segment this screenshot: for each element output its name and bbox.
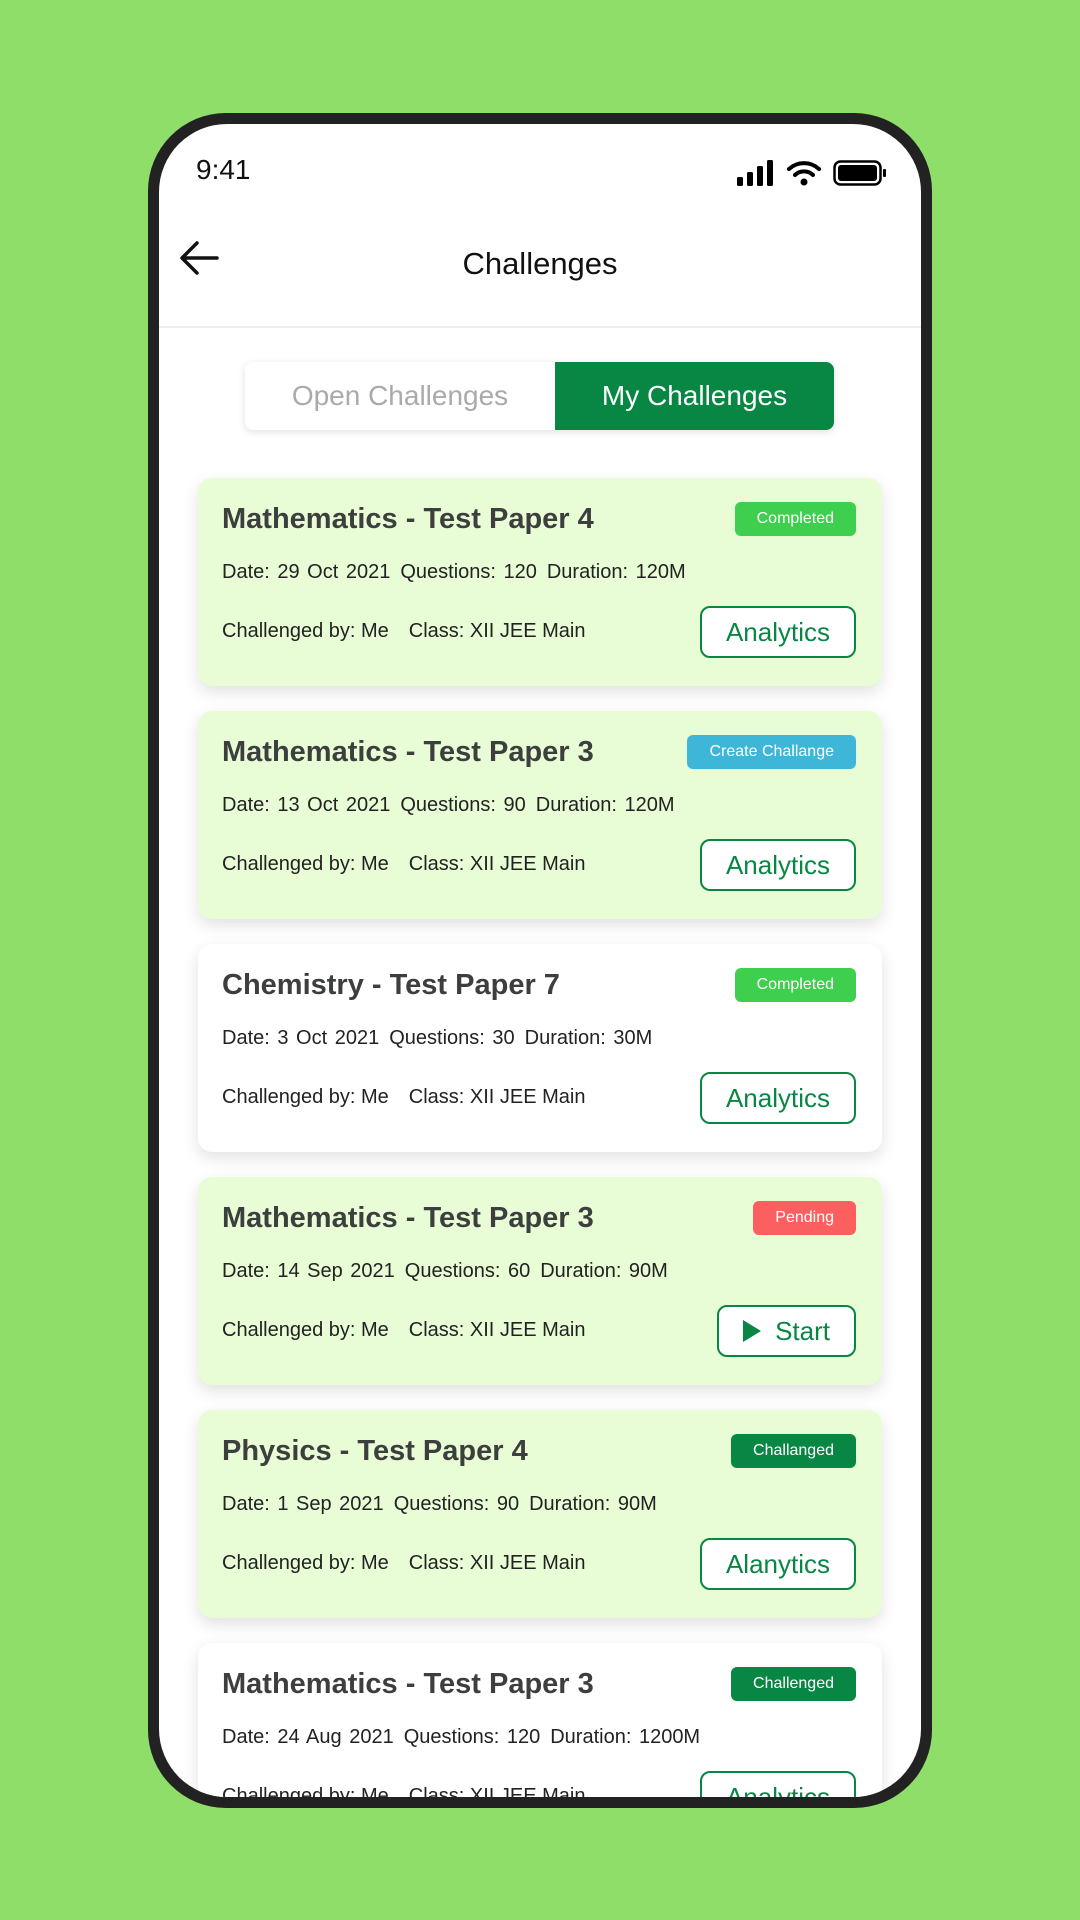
- duration: Duration: 120M: [546, 561, 686, 583]
- class: Class: XII JEE Main: [408, 620, 586, 642]
- tab-my-challenges[interactable]: My Challenges: [555, 362, 834, 430]
- card-title: Mathematics - Test Paper 4: [222, 503, 594, 535]
- challenged-by: Challenged by: Me: [222, 1086, 389, 1108]
- analytics-button[interactable]: Analytics: [699, 1072, 856, 1124]
- class: Class: XII JEE Main: [408, 853, 586, 875]
- challenged-by: Challenged by: Me: [222, 620, 389, 642]
- card-meta: Date: 29 Oct 2021 Questions: 120 Duration:…: [222, 561, 696, 584]
- card-info: Challenged by: Me Class: XII JEE Main: [222, 1785, 606, 1797]
- challenge-card: Mathematics - Test Paper 3 Pending Date:…: [198, 1177, 882, 1385]
- screen: 9:41 Challenges Open Challenges My Chall…: [159, 124, 921, 1797]
- card-meta: Date: 24 Aug 2021 Questions: 120 Duration:…: [222, 1726, 710, 1749]
- app-header: Challenges: [159, 214, 921, 328]
- status-badge: Pending: [753, 1201, 856, 1235]
- action-label: Analytics: [725, 1781, 830, 1798]
- card-meta: Date: 3 Oct 2021 Questions: 30 Duration: 3…: [222, 1027, 662, 1050]
- card-meta: Date: 14 Sep 2021 Questions: 60 Duration: …: [222, 1260, 678, 1283]
- questions: Questions: 60: [404, 1260, 531, 1282]
- tab-open-challenges[interactable]: Open Challenges: [245, 362, 555, 430]
- class: Class: XII JEE Main: [408, 1785, 586, 1797]
- analytics-button[interactable]: Alanytics: [699, 1538, 856, 1590]
- wifi-icon: [787, 161, 821, 186]
- play-icon: [743, 1320, 762, 1342]
- card-title: Chemistry - Test Paper 7: [222, 969, 560, 1001]
- card-info: Challenged by: Me Class: XII JEE Main: [222, 853, 606, 876]
- class: Class: XII JEE Main: [408, 1319, 586, 1341]
- status-badge: Completed: [734, 968, 856, 1002]
- start-button[interactable]: Start: [717, 1305, 856, 1357]
- date: Date: 13 Oct 2021: [222, 794, 391, 816]
- battery-icon: [833, 160, 886, 186]
- action-label: Start: [775, 1315, 830, 1346]
- date: Date: 24 Aug 2021: [222, 1726, 394, 1748]
- card-info: Challenged by: Me Class: XII JEE Main: [222, 620, 606, 643]
- card-info: Challenged by: Me Class: XII JEE Main: [222, 1086, 606, 1109]
- action-label: Analytics: [725, 1082, 830, 1113]
- challenge-card: Chemistry - Test Paper 7 Completed Date:…: [198, 944, 882, 1152]
- challenged-by: Challenged by: Me: [222, 1785, 389, 1797]
- status-badge: Completed: [734, 502, 856, 536]
- challenge-tabs: Open Challenges My Challenges: [245, 362, 834, 430]
- action-label: Analytics: [725, 849, 830, 880]
- card-title: Mathematics - Test Paper 3: [222, 1202, 594, 1234]
- phone-frame: 9:41 Challenges Open Challenges My Chall…: [148, 113, 932, 1808]
- card-title: Mathematics - Test Paper 3: [222, 1668, 594, 1700]
- questions: Questions: 120: [400, 561, 537, 583]
- date: Date: 29 Oct 2021: [222, 561, 391, 583]
- page-title: Challenges: [462, 246, 618, 281]
- date: Date: 3 Oct 2021: [222, 1027, 380, 1049]
- card-meta: Date: 13 Oct 2021 Questions: 90 Duration: …: [222, 794, 685, 817]
- card-info: Challenged by: Me Class: XII JEE Main: [222, 1319, 606, 1342]
- card-info: Challenged by: Me Class: XII JEE Main: [222, 1552, 606, 1575]
- action-label: Analytics: [725, 616, 830, 647]
- card-meta: Date: 1 Sep 2021 Questions: 90 Duration: 9…: [222, 1493, 667, 1516]
- questions: Questions: 90: [400, 794, 526, 816]
- questions: Questions: 120: [403, 1726, 541, 1748]
- analytics-button[interactable]: Analytics: [699, 839, 856, 891]
- status-time: 9:41: [196, 154, 251, 185]
- questions: Questions: 30: [389, 1027, 515, 1049]
- signal-icon: [737, 160, 773, 186]
- duration: Duration: 1200M: [550, 1726, 701, 1748]
- analytics-button[interactable]: Analytics: [699, 606, 856, 658]
- card-title: Mathematics - Test Paper 3: [222, 736, 594, 768]
- class: Class: XII JEE Main: [408, 1552, 586, 1574]
- duration: Duration: 30M: [524, 1027, 653, 1049]
- status-badge: Create Challange: [687, 735, 856, 769]
- duration: Duration: 120M: [535, 794, 675, 816]
- duration: Duration: 90M: [540, 1260, 668, 1282]
- challenge-card: Physics - Test Paper 4 Challanged Date: …: [198, 1410, 882, 1618]
- status-badge: Challenged: [731, 1667, 856, 1701]
- analytics-button[interactable]: Analytics: [699, 1771, 856, 1798]
- date: Date: 14 Sep 2021: [222, 1260, 395, 1282]
- action-label: Alanytics: [725, 1548, 830, 1579]
- challenged-by: Challenged by: Me: [222, 1552, 389, 1574]
- status-badge: Challanged: [731, 1434, 856, 1468]
- challenge-card: Mathematics - Test Paper 4 Completed Dat…: [198, 478, 882, 686]
- challenged-by: Challenged by: Me: [222, 1319, 389, 1341]
- challenge-card: Mathematics - Test Paper 3 Create Challa…: [198, 711, 882, 919]
- card-title: Physics - Test Paper 4: [222, 1435, 528, 1467]
- challenged-by: Challenged by: Me: [222, 853, 389, 875]
- questions: Questions: 90: [393, 1493, 520, 1515]
- duration: Duration: 90M: [529, 1493, 657, 1515]
- challenge-list: Mathematics - Test Paper 4 Completed Dat…: [198, 478, 882, 1797]
- class: Class: XII JEE Main: [408, 1086, 586, 1108]
- status-bar: 9:41: [159, 154, 921, 194]
- date: Date: 1 Sep 2021: [222, 1493, 384, 1515]
- challenge-card: Mathematics - Test Paper 3 Challenged Da…: [198, 1643, 882, 1797]
